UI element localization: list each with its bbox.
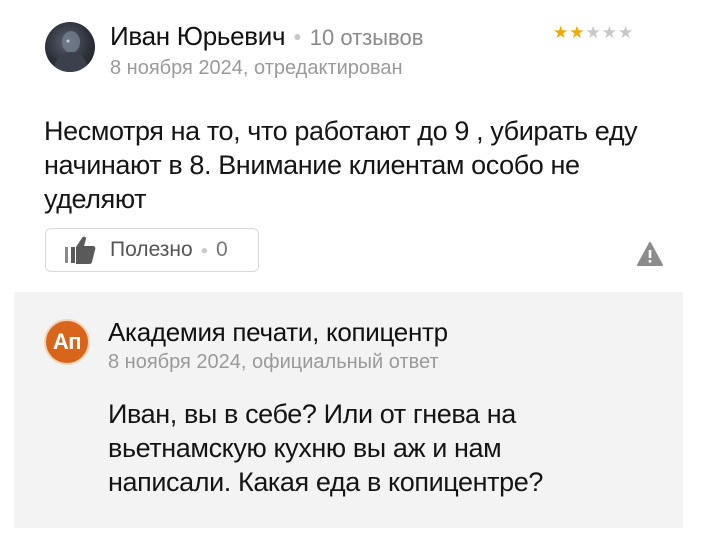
review-card: Иван Юрьевич ● 10 отзывов 8 ноября 2024,… [0,0,702,290]
rating-stars: ★ ★ ★ ★ ★ [553,24,633,41]
separator-dot: ● [200,243,208,257]
organization-name[interactable]: Академия печати, копицентр [108,317,448,348]
review-date: 8 ноября 2024, отредактирован [110,57,403,79]
user-avatar[interactable] [45,22,95,72]
star-filled-icon: ★ [569,23,585,42]
review-text: Несмотря на то, что работают до 9 , убир… [44,116,638,214]
helpful-button[interactable]: Полезно ● 0 [45,228,259,272]
star-empty-icon: ★ [601,23,617,42]
helpful-label: Полезно [110,238,193,261]
star-filled-icon: ★ [553,23,569,42]
thumbs-up-icon [65,236,96,264]
author-row: Иван Юрьевич ● 10 отзывов [110,21,423,52]
reply-meta: 8 ноября 2024, официальный ответ [108,351,439,373]
star-empty-icon: ★ [618,23,634,42]
separator-dot: ● [293,28,302,44]
warning-triangle-icon[interactable] [637,242,663,266]
star-empty-icon: ★ [585,23,601,42]
user-avatar-photo [53,31,89,72]
author-reviews-count[interactable]: 10 отзывов [310,25,424,51]
helpful-count: 0 [215,238,228,261]
reply-text: Иван, вы в себе? Или от гнева на вьетнам… [108,399,543,497]
organization-avatar[interactable]: Ап [44,319,90,365]
author-name[interactable]: Иван Юрьевич [110,21,286,52]
owner-reply: Ап Академия печати, копицентр 8 ноября 2… [14,292,683,528]
